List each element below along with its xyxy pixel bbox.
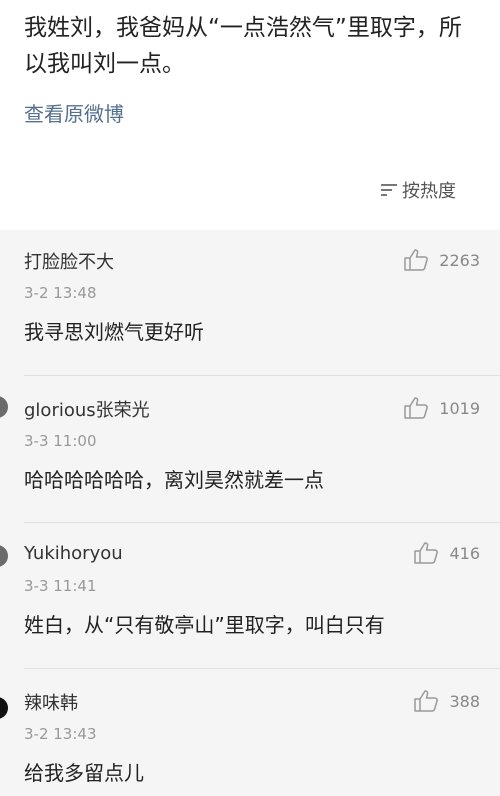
post-text: 我姓刘，我爸妈从“一点浩然气”里取字，所以我叫刘一点。 — [24, 15, 462, 77]
like-count: 1019 — [439, 398, 480, 418]
thumbs-up-icon — [414, 542, 439, 564]
comment-item: 打脸脸不大 3-2 13:48 我寻思刘燃气更好听 2263 — [0, 230, 500, 376]
comment-text: 我寻思刘燃气更好听 — [24, 320, 204, 344]
comment-item: 辣味韩 3-2 13:43 给我多留点儿 388 — [0, 669, 500, 796]
comment-username[interactable]: Yukihoryou — [24, 543, 123, 564]
like-button[interactable]: 1019 — [403, 396, 480, 420]
comment-time: 3-3 11:41 — [24, 577, 97, 595]
sort-label: 按热度 — [402, 181, 456, 202]
thumbs-up-icon — [404, 397, 429, 419]
comment-time: 3-3 11:00 — [24, 432, 97, 450]
comment-text: 给我多留点儿 — [24, 761, 144, 785]
comment-time: 3-2 13:48 — [24, 284, 97, 302]
like-count: 2263 — [439, 250, 480, 270]
like-button[interactable]: 388 — [413, 689, 480, 713]
comment-username[interactable]: 打脸脸不大 — [24, 248, 114, 274]
like-count: 388 — [449, 691, 480, 711]
comment-username[interactable]: glorious张荣光 — [24, 396, 150, 422]
like-button[interactable]: 416 — [413, 541, 480, 565]
comment-time: 3-2 13:43 — [24, 725, 97, 743]
thumbs-up-icon — [404, 249, 429, 271]
thumbs-up-icon — [414, 690, 439, 712]
comment-list: 打脸脸不大 3-2 13:48 我寻思刘燃气更好听 2263 glorious张… — [0, 230, 500, 796]
comment-item: Yukihoryou 3-3 11:41 姓白，从“只有敬亭山”里取字，叫白只有… — [0, 523, 500, 669]
avatar[interactable] — [0, 396, 8, 418]
sort-by-hot-button[interactable]: 按热度 — [380, 177, 456, 203]
like-button[interactable]: 2263 — [403, 248, 480, 272]
post-card: 我姓刘，我爸妈从“一点浩然气”里取字，所以我叫刘一点。 查看原微博 按热度 — [0, 0, 500, 230]
like-count: 416 — [449, 543, 480, 563]
comment-text: 哈哈哈哈哈哈，离刘昊然就差一点 — [24, 468, 324, 492]
avatar[interactable] — [0, 697, 8, 719]
view-original-link[interactable]: 查看原微博 — [24, 98, 124, 127]
comment-text: 姓白，从“只有敬亭山”里取字，叫白只有 — [24, 613, 385, 637]
sort-lines-icon — [381, 184, 397, 196]
comment-item: glorious张荣光 3-3 11:00 哈哈哈哈哈哈，离刘昊然就差一点 10… — [0, 376, 500, 523]
avatar[interactable] — [0, 545, 8, 567]
comment-username[interactable]: 辣味韩 — [24, 689, 78, 715]
